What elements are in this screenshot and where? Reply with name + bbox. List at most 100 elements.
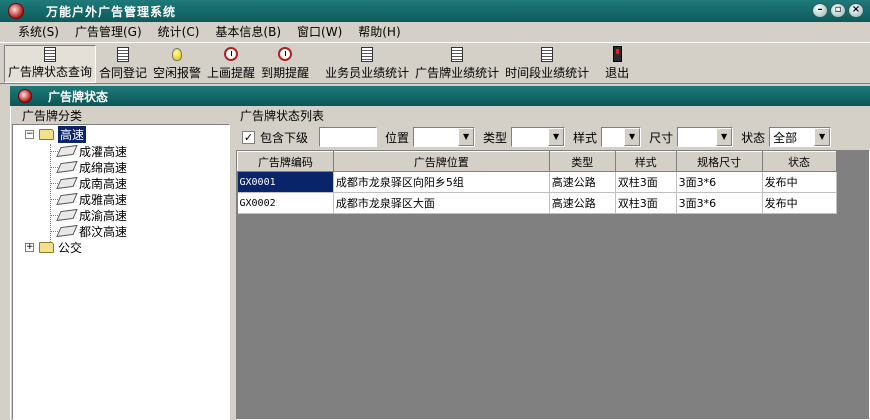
- menu-window[interactable]: 窗口(W): [289, 23, 350, 42]
- include-sub-checkbox[interactable]: ✓: [242, 130, 255, 144]
- cell-location[interactable]: 成都市龙泉驿区向阳乡5组: [333, 171, 550, 193]
- column-header-location[interactable]: 广告牌位置: [332, 151, 550, 172]
- app-title-bar: 万能户外广告管理系统 – ▫ ×: [0, 0, 870, 22]
- folder-icon: [39, 241, 54, 253]
- cell-status[interactable]: 发布中: [762, 192, 837, 214]
- document-icon: [539, 45, 555, 63]
- tree-node-chengmian[interactable]: 成绵高速: [56, 159, 127, 175]
- tree-node-bus[interactable]: + 公交: [25, 239, 82, 255]
- menu-ad-management[interactable]: 广告管理(G): [67, 23, 150, 42]
- cell-size[interactable]: 3面3*6: [676, 192, 763, 214]
- tree-node-label: 公交: [58, 240, 83, 255]
- column-header-type[interactable]: 类型: [548, 151, 616, 172]
- dropdown-arrow-icon[interactable]: ▼: [624, 128, 641, 146]
- dropdown-arrow-icon[interactable]: ▼: [458, 128, 475, 146]
- column-header-size[interactable]: 规格尺寸: [675, 151, 763, 172]
- menu-statistics[interactable]: 统计(C): [150, 23, 208, 42]
- style-select[interactable]: ▼: [601, 127, 642, 147]
- exit-button[interactable]: 退出: [602, 45, 632, 83]
- size-label: 尺寸: [649, 130, 674, 145]
- panel-logo-icon: [18, 89, 32, 103]
- billboard-icon: [56, 224, 78, 238]
- billboard-stats-button[interactable]: 广告牌业绩统计: [412, 45, 502, 83]
- panel-title: 广告牌状态: [48, 89, 109, 104]
- document-icon: [42, 46, 58, 62]
- cell-code[interactable]: GX0001: [237, 171, 334, 193]
- cell-type[interactable]: 高速公路: [549, 171, 616, 193]
- location-label: 位置: [385, 130, 410, 145]
- list-caption: 广告牌状态列表: [240, 109, 325, 123]
- tree-caption: 广告牌分类: [22, 109, 83, 123]
- tree-node-chengnan[interactable]: 成南高速: [56, 175, 127, 191]
- window-controls: – ▫ ×: [812, 3, 864, 18]
- location-select[interactable]: ▼: [413, 127, 476, 147]
- type-label: 类型: [483, 130, 508, 145]
- period-stats-button[interactable]: 时间段业绩统计: [502, 45, 592, 83]
- alarm-clock-icon: [223, 45, 239, 63]
- bulb-icon: [169, 45, 185, 63]
- install-reminder-button[interactable]: 上画提醒: [204, 45, 258, 83]
- size-select[interactable]: ▼: [677, 127, 734, 147]
- column-header-style[interactable]: 样式: [614, 151, 677, 172]
- grid-header-filler: [836, 151, 869, 172]
- column-header-status[interactable]: 状态: [761, 151, 837, 172]
- grid-row-filler: [836, 192, 869, 214]
- restore-icon[interactable]: ▫: [830, 3, 846, 18]
- dropdown-arrow-icon[interactable]: ▼: [814, 128, 831, 146]
- panel-title-bar: 广告牌状态: [10, 86, 870, 106]
- table-row[interactable]: GX0001 成都市龙泉驿区向阳乡5组 高速公路 双柱3面 3面3*6 发布中: [237, 171, 869, 193]
- tree-node-highway[interactable]: − 高速: [25, 125, 87, 143]
- cell-location[interactable]: 成都市龙泉驿区大面: [333, 192, 550, 214]
- menu-system[interactable]: 系统(S): [10, 23, 67, 42]
- tree-node-duwen[interactable]: 都汶高速: [56, 223, 127, 239]
- billboard-status-grid: 广告牌编码 广告牌位置 类型 样式 规格尺寸 状态 GX0001 成都市龙泉驿区…: [236, 150, 870, 420]
- cell-code[interactable]: GX0002: [237, 192, 334, 214]
- expand-icon[interactable]: +: [25, 242, 34, 252]
- grid-header-row: 广告牌编码 广告牌位置 类型 样式 规格尺寸 状态: [237, 151, 869, 172]
- cell-type[interactable]: 高速公路: [549, 192, 616, 214]
- keyword-input[interactable]: [319, 127, 378, 147]
- app-logo-icon: [8, 3, 24, 19]
- billboard-icon: [56, 192, 78, 206]
- filter-bar: ✓ 包含下级 位置 ▼ 类型 ▼ 样式 ▼ 尺寸 ▼ 状态 全部 ▼: [236, 126, 832, 148]
- collapse-icon[interactable]: −: [25, 129, 34, 139]
- category-tree: − 高速 成灌高速 成绵高速 成南高速 成雅高速 成渝高速 都汶高速 + 公交: [12, 124, 230, 420]
- menu-help[interactable]: 帮助(H): [350, 23, 408, 42]
- table-row[interactable]: GX0002 成都市龙泉驿区大面 高速公路 双柱3面 3面3*6 发布中: [237, 192, 869, 214]
- dropdown-arrow-icon[interactable]: ▼: [548, 128, 565, 146]
- menu-basic-info[interactable]: 基本信息(B): [207, 23, 289, 42]
- close-icon[interactable]: ×: [848, 3, 864, 18]
- tree-node-chengya[interactable]: 成雅高速: [56, 191, 127, 207]
- column-header-code[interactable]: 广告牌编码: [237, 151, 334, 172]
- minimize-icon[interactable]: –: [812, 3, 828, 18]
- cell-style[interactable]: 双柱3面: [615, 192, 677, 214]
- billboard-icon: [56, 144, 78, 158]
- billboard-status-query-button[interactable]: 广告牌状态查询: [4, 45, 97, 83]
- billboard-icon: [56, 160, 78, 174]
- idle-alarm-button[interactable]: 空闲报警: [150, 45, 204, 83]
- status-label: 状态: [741, 130, 766, 145]
- type-select[interactable]: ▼: [511, 127, 566, 147]
- expiry-reminder-button[interactable]: 到期提醒: [258, 45, 312, 83]
- salesperson-stats-button[interactable]: 业务员业绩统计: [322, 45, 412, 83]
- style-label: 样式: [573, 130, 598, 145]
- app-title: 万能户外广告管理系统: [46, 4, 177, 19]
- status-select[interactable]: 全部 ▼: [769, 127, 832, 147]
- billboard-icon: [56, 208, 78, 222]
- document-icon: [359, 45, 375, 63]
- exit-icon: [609, 45, 625, 63]
- tree-node-chengyu[interactable]: 成渝高速: [56, 207, 127, 223]
- dropdown-arrow-icon[interactable]: ▼: [716, 128, 733, 146]
- tree-node-chengguan[interactable]: 成灌高速: [56, 143, 127, 159]
- document-icon: [449, 45, 465, 63]
- toolbar: 广告牌状态查询 合同登记 空闲报警 上画提醒 到期提醒 业务员业绩统计 广告牌业…: [0, 44, 870, 84]
- cell-style[interactable]: 双柱3面: [615, 171, 677, 193]
- alarm-clock-icon: [277, 45, 293, 63]
- grid-row-filler: [836, 171, 869, 193]
- include-sub-label: 包含下级: [260, 130, 309, 145]
- cell-status[interactable]: 发布中: [762, 171, 837, 193]
- contract-register-button[interactable]: 合同登记: [96, 45, 150, 83]
- folder-open-icon: [39, 128, 54, 140]
- menu-bar: 系统(S) 广告管理(G) 统计(C) 基本信息(B) 窗口(W) 帮助(H): [0, 22, 870, 43]
- cell-size[interactable]: 3面3*6: [676, 171, 763, 193]
